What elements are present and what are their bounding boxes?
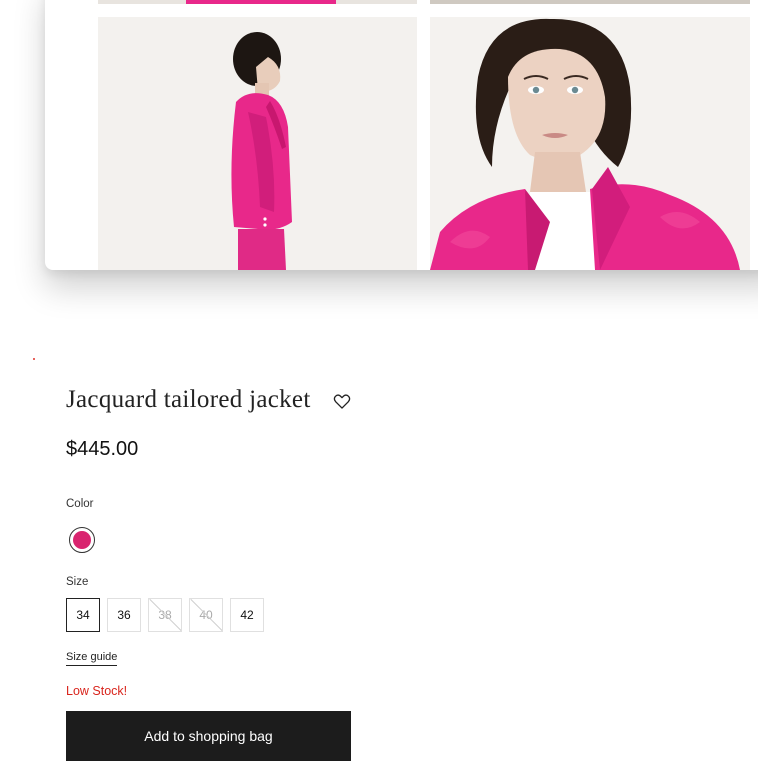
size-guide-link[interactable]: Size guide [66,651,118,666]
color-label: Color [66,498,94,510]
color-swatch-pink[interactable] [69,527,95,553]
product-photo-closeup[interactable] [430,17,750,270]
size-option-34[interactable]: 34 [66,598,100,632]
size-option-38-unavailable[interactable]: 38 [148,598,182,632]
gallery-image-top-left-garment [186,0,336,4]
wishlist-heart-icon[interactable] [332,391,352,411]
size-option-40-unavailable[interactable]: 40 [189,598,223,632]
product-gallery [45,0,758,270]
gallery-image-top-right[interactable] [430,0,750,4]
size-label: Size [66,576,89,588]
product-photo-side-view[interactable] [98,17,417,270]
size-selector: 34 36 38 40 42 [66,598,264,632]
color-swatch-dot [73,531,91,549]
add-to-bag-button[interactable]: Add to shopping bag [66,711,351,761]
size-option-42[interactable]: 42 [230,598,264,632]
product-title: Jacquard tailored jacket [66,386,311,413]
decorative-dot [33,358,35,360]
product-price: $445.00 [66,438,139,460]
stock-status: Low Stock! [66,684,128,698]
size-option-36[interactable]: 36 [107,598,141,632]
